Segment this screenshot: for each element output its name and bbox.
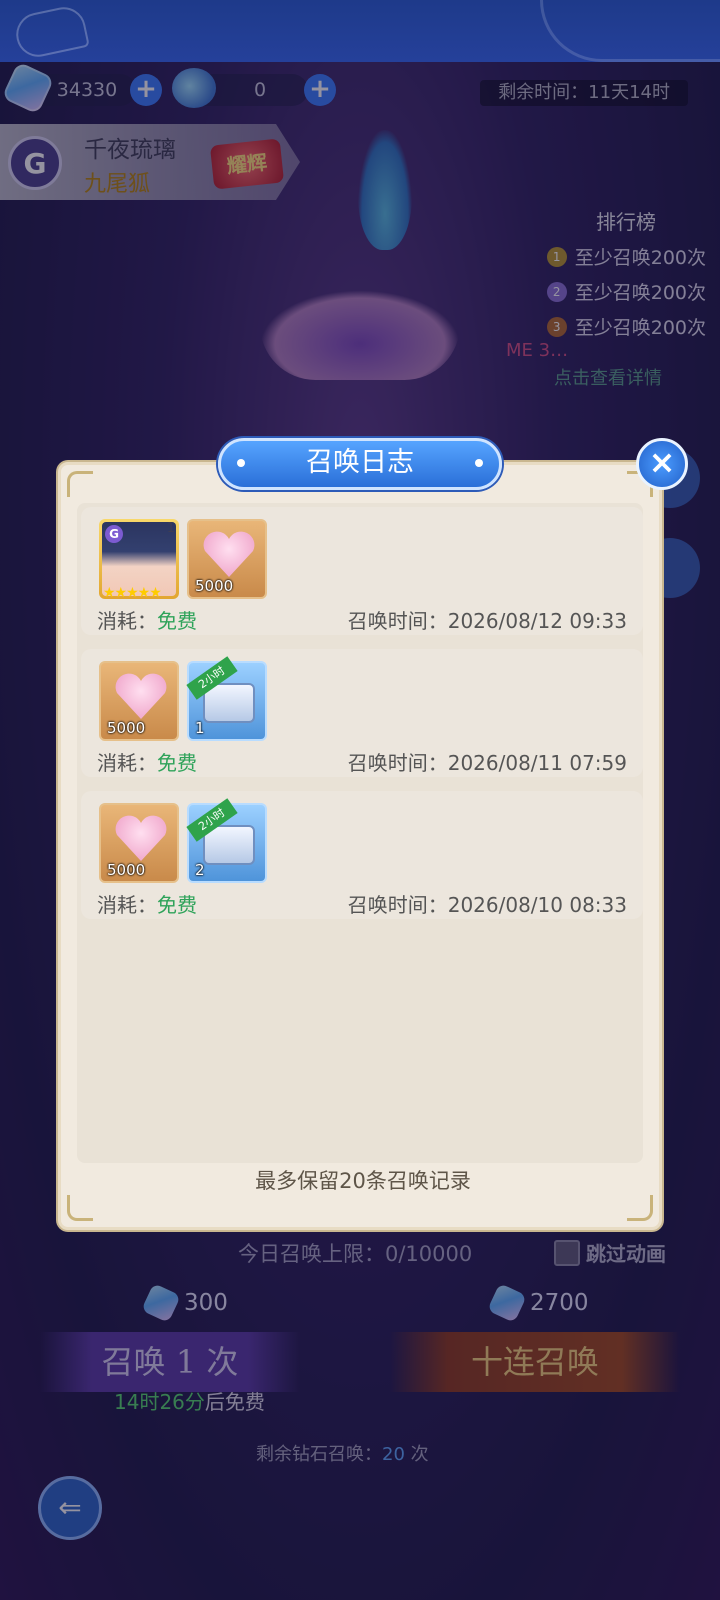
heart-crystal-icon [113,671,169,721]
title-dot-decoration [475,459,483,467]
reward-exp-heart[interactable]: 5000 [99,803,179,883]
reward-exp-heart[interactable]: 5000 [187,519,267,599]
summon-time: 召唤时间：2026/08/11 07:59 [347,751,627,775]
top-banner [0,0,720,62]
summon-time: 召唤时间：2026/08/10 08:33 [347,893,627,917]
summon-log-dialog: G 1 ★★★★★ 5000 消耗：免费 召唤时间：2026/08/12 09:… [58,462,662,1230]
cost-text: 消耗：免费 [97,893,197,917]
log-entry: 5000 2小时 1 消耗：免费 召唤时间：2026/08/11 07:59 [81,649,643,777]
corner-ornament [67,471,93,497]
close-button[interactable]: × [636,438,688,490]
reward-exp-heart[interactable]: 5000 [99,661,179,741]
heart-crystal-icon [113,813,169,863]
cost-text: 消耗：免费 [97,609,197,633]
summon-time: 召唤时间：2026/08/12 09:33 [347,609,627,633]
swirl-decoration [540,0,720,62]
reward-quantity: 1 [195,719,205,737]
corner-ornament [67,1195,93,1221]
star-rating-icon: ★★★★★ [103,585,162,601]
reward-quantity: 2 [195,861,205,879]
reward-quantity: 5000 [107,861,146,879]
close-icon: × [648,443,676,481]
cost-text: 消耗：免费 [97,751,197,775]
log-retention-note: 最多保留20条召唤记录 [255,1169,471,1193]
reward-quantity: 5000 [195,577,234,595]
faction-icon: G [105,525,123,543]
heart-arrow-decoration [12,3,90,61]
reward-hero-card[interactable]: G 1 ★★★★★ [99,519,179,601]
corner-ornament [627,1195,653,1221]
dialog-title-text: 召唤日志 [306,447,414,478]
reward-count: 1 [166,521,175,536]
dialog-title: 召唤日志 [218,438,502,490]
title-dot-decoration [237,459,245,467]
reward-quantity: 5000 [107,719,146,737]
reward-treasure-chest[interactable]: 2小时 1 [186,656,267,741]
reward-treasure-chest[interactable]: 2小时 2 [186,798,267,883]
heart-crystal-icon [201,529,257,579]
log-entry: 5000 2小时 2 消耗：免费 召唤时间：2026/08/10 08:33 [81,791,643,919]
log-entry: G 1 ★★★★★ 5000 消耗：免费 召唤时间：2026/08/12 09:… [81,507,643,635]
